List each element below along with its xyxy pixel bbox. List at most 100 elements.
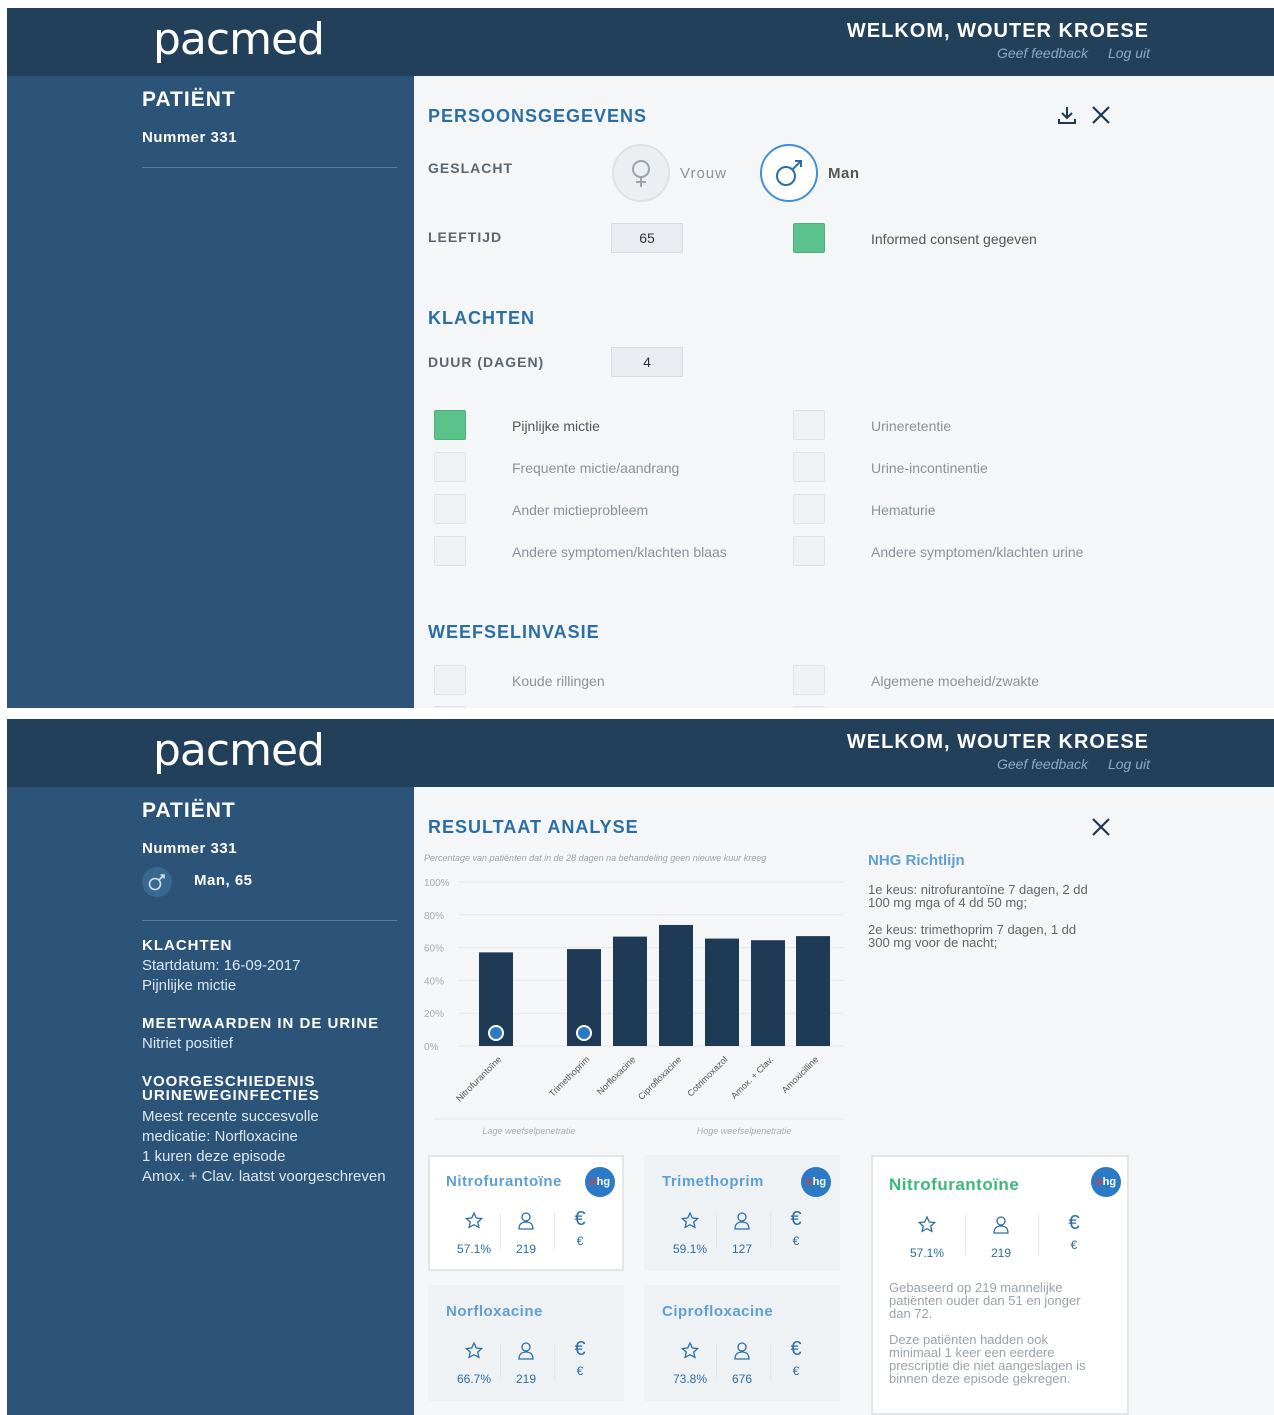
checkbox-ander-mictieprobleem[interactable] [434, 494, 466, 524]
y-tick-label: 0% [424, 1042, 439, 1053]
bar-2[interactable] [613, 936, 647, 1046]
gender-man-button[interactable] [760, 144, 818, 202]
star-icon [917, 1215, 937, 1233]
cost: € [576, 1234, 584, 1248]
patient-count: 219 [515, 1242, 537, 1256]
euro-icon: € [574, 1208, 586, 1230]
checkbox-frequente-mictie[interactable] [434, 452, 466, 482]
cost: € [576, 1364, 584, 1378]
feedback-link[interactable]: Geef feedback [997, 45, 1088, 61]
pacmed-logo[interactable]: pacmed [153, 725, 325, 776]
checkbox-label: Urine-incontinentie [871, 460, 988, 476]
checkbox-andere-blaas[interactable] [434, 536, 466, 566]
voorgeschiedenis-line: Meest recente succesvolle [142, 1108, 319, 1125]
nhg-keus-1b: 100 mg mga of 4 dd 50 mg; [868, 895, 1027, 910]
checkbox-urine-incontinentie[interactable] [793, 452, 825, 482]
bar-5[interactable] [751, 940, 785, 1046]
x-tick-label: Amox. + Clav. [729, 1054, 775, 1100]
bar-4[interactable] [705, 938, 739, 1046]
sidebar-divider [142, 167, 397, 168]
patient-count: 219 [515, 1372, 537, 1386]
detail-title: Nitrofurantoïne [889, 1175, 1020, 1194]
male-icon [776, 160, 802, 186]
x-tick-label: Cotrimoxazol [685, 1054, 729, 1098]
card-title: Ciprofloxacine [662, 1303, 774, 1320]
download-icon[interactable] [1056, 104, 1078, 131]
pacmed-logo[interactable]: pacmed [153, 14, 325, 65]
checkbox-label: Andere symptomen/klachten blaas [512, 544, 727, 560]
star-icon [464, 1341, 484, 1359]
gender-man-label[interactable]: Man [828, 165, 860, 182]
cost: € [792, 1364, 800, 1378]
medication-detail-card: Nitrofurantoïne nhg 57.1% 219 € € Gebasee… [871, 1155, 1129, 1415]
nhg-badge-icon: nhg [1091, 1167, 1121, 1197]
checkbox-urineretentie[interactable] [793, 410, 825, 440]
bar-3[interactable] [659, 924, 693, 1046]
sidebar-divider [142, 920, 397, 921]
feedback-link[interactable]: Geef feedback [997, 756, 1088, 772]
close-icon[interactable] [1090, 104, 1112, 131]
checkbox-andere-urine[interactable] [793, 536, 825, 566]
checkbox-partial[interactable] [434, 706, 466, 708]
medication-card-ciprofloxacine[interactable]: Ciprofloxacine 73.8% 676 € € [644, 1285, 840, 1401]
person-icon [518, 1342, 534, 1360]
person-icon [734, 1342, 750, 1360]
voorgeschiedenis-line: 1 kuren deze episode [142, 1148, 286, 1165]
close-icon[interactable] [1090, 816, 1112, 843]
consent-label: Informed consent gegeven [871, 231, 1037, 247]
patient-sidebar: PATIËNT Nummer 331 Man, 65 KLACHTEN Star… [7, 787, 414, 1415]
checkbox-hematurie[interactable] [793, 494, 825, 524]
welcome-text: WELKOM, WOUTER KROESE [846, 731, 1149, 753]
nhg-marker-dot [490, 1027, 502, 1039]
screen-analysis-result: pacmed WELKOM, WOUTER KROESE Geef feedba… [7, 719, 1274, 1415]
checkbox-label: Urineretentie [871, 418, 952, 434]
medication-card-trimethoprim[interactable]: Trimethoprim nhg 59.1% 127 € € [644, 1155, 840, 1271]
gender-vrouw-label[interactable]: Vrouw [680, 165, 727, 182]
logout-link[interactable]: Log uit [1108, 45, 1150, 61]
detail-text: dan 72. [889, 1306, 933, 1321]
checkbox-pijnlijke-mictie[interactable] [434, 410, 466, 440]
leeftijd-input[interactable]: 65 [611, 223, 683, 253]
gender-age: Man, 65 [194, 872, 253, 889]
y-tick-label: 40% [424, 976, 444, 987]
euro-icon: € [1068, 1212, 1080, 1234]
duur-label: DUUR (DAGEN) [428, 354, 545, 370]
klacht-text: Pijnlijke mictie [142, 977, 237, 994]
x-tick-label: Trimethoprim [547, 1054, 591, 1098]
success-pct: 57.1% [909, 1246, 945, 1260]
duur-input[interactable]: 4 [611, 347, 683, 377]
euro-icon: € [790, 1338, 802, 1360]
medication-card-norfloxacine[interactable]: Norfloxacine 66.7% 219 € € [428, 1285, 624, 1401]
checkbox-label: Pijnlijke mictie [512, 418, 600, 434]
detail-text: binnen deze episode gekregen. [889, 1371, 1071, 1386]
y-tick-label: 60% [424, 944, 444, 955]
app-header: pacmed WELKOM, WOUTER KROESE Geef feedba… [7, 8, 1274, 76]
card-title: Nitrofurantoïne [446, 1173, 562, 1190]
star-icon [680, 1211, 700, 1229]
nhg-badge-n: n [589, 1176, 597, 1188]
bar-6[interactable] [796, 936, 830, 1046]
success-pct: 57.1% [456, 1242, 492, 1256]
checkbox-partial[interactable] [793, 706, 825, 708]
gender-vrouw-button[interactable] [612, 144, 670, 202]
screen-patient-form: pacmed WELKOM, WOUTER KROESE Geef feedba… [7, 8, 1274, 708]
checkbox-koude-rillingen[interactable] [434, 665, 466, 695]
logout-link[interactable]: Log uit [1108, 756, 1150, 772]
klachten-heading: KLACHTEN [142, 937, 233, 954]
chart-title: Percentage van patiënten dat in de 28 da… [424, 853, 766, 863]
sidebar-title: PATIËNT [142, 799, 236, 822]
sidebar-title: PATIËNT [142, 88, 236, 111]
medication-card-nitrofurantoine[interactable]: Nitrofurantoïne nhg 57.1% 219 € € [428, 1155, 624, 1271]
euro-icon: € [790, 1208, 802, 1230]
checkbox-label: Koude rillingen [512, 673, 605, 689]
checkbox-algemene-moeheid[interactable] [793, 665, 825, 695]
patient-count: 676 [731, 1372, 753, 1386]
consent-checkbox[interactable] [793, 223, 825, 253]
person-icon [993, 1216, 1009, 1234]
patient-count: 127 [731, 1242, 753, 1256]
nhg-badge-hg: hg [596, 1176, 611, 1188]
geslacht-label: GESLACHT [428, 160, 513, 176]
y-tick-label: 80% [424, 911, 444, 922]
leeftijd-label: LEEFTIJD [428, 229, 503, 245]
resultaat-title: RESULTAAT ANALYSE [428, 817, 639, 837]
